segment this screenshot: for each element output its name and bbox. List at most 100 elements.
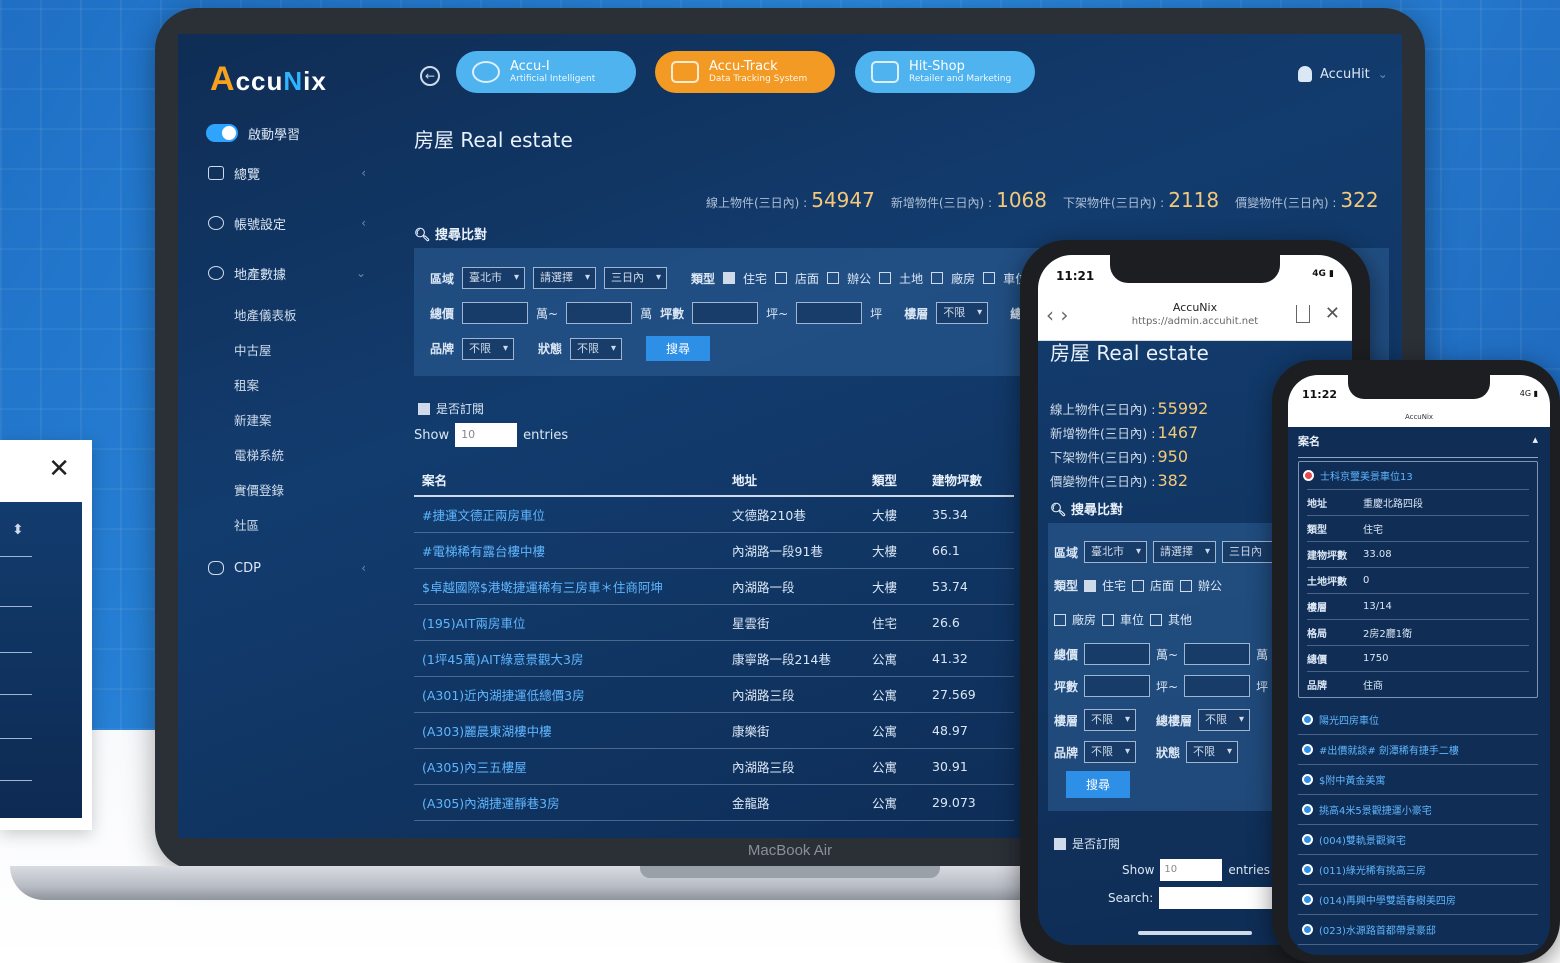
expand-icon[interactable] <box>1302 744 1313 755</box>
price-min-input[interactable] <box>1084 643 1151 665</box>
subscribe-toggle[interactable]: 是否訂閱 <box>418 400 484 417</box>
list-item[interactable]: (023)水源路首都帶景豪邸 <box>1298 915 1538 945</box>
ping-min-input[interactable] <box>692 302 759 324</box>
table-row[interactable]: $卓越國際$港墘捷運稀有三房車＊住商阿坤 內湖路一段 大樓 53.74 <box>414 568 1014 605</box>
page-size-select[interactable]: 10 <box>455 423 518 447</box>
sort-icon[interactable]: ⬍ <box>12 522 24 538</box>
listing-link[interactable]: (A301)近內湖捷運低總價3房 <box>414 676 724 713</box>
sidebar-item-cdp[interactable]: CDP ‹ <box>200 543 380 593</box>
floor-select[interactable]: 不限 <box>1084 709 1137 731</box>
accu-track-pill[interactable]: Accu-Track Data Tracking System <box>655 51 835 93</box>
sidebar-sub-used-house[interactable]: 中古屋 <box>200 333 380 368</box>
search-input[interactable] <box>1159 887 1280 909</box>
status-select[interactable]: 不限 <box>570 337 623 360</box>
accunix-logo[interactable]: AccuNix <box>210 60 327 99</box>
listing-link[interactable]: #捷運文德正兩房車位 <box>414 496 724 533</box>
list-item[interactable]: #出價就談# 劍潭稀有捷手二樓 <box>1298 735 1538 765</box>
area-city-select[interactable]: 臺北市 <box>462 267 526 289</box>
price-max-input[interactable] <box>566 302 633 324</box>
user-menu[interactable]: AccuHit ⌄ <box>1298 66 1388 82</box>
type-checkbox-residential[interactable] <box>723 272 736 284</box>
listing-link[interactable]: (A303)麗晨東湖樓中樓 <box>414 712 724 749</box>
listing-link[interactable]: (A305)內三五樓屋 <box>414 748 724 785</box>
table-row[interactable]: (1坪45萬)AIT綠意景觀大3房 康寧路一段214巷 公寓 41.32 <box>414 640 1014 677</box>
area-days-select[interactable]: 三日內 <box>604 267 668 289</box>
sidebar-item-overview[interactable]: 總覽 ‹ <box>200 148 380 198</box>
type-checkbox[interactable] <box>1102 613 1115 626</box>
sidebar-sub-rental[interactable]: 租案 <box>200 368 380 403</box>
expand-icon[interactable] <box>1302 894 1313 905</box>
collapse-icon[interactable] <box>1303 470 1314 481</box>
expand-icon[interactable] <box>1302 924 1313 935</box>
learning-toggle[interactable]: 啟動學習 <box>200 118 380 148</box>
listing-link[interactable]: 士科京璽美景車位13 <box>1299 462 1537 489</box>
subscribe-checkbox[interactable] <box>418 402 430 415</box>
type-checkbox-office[interactable] <box>827 272 840 284</box>
sidebar-sub-price-register[interactable]: 實價登錄 <box>200 473 380 508</box>
table-row[interactable]: #捷運文德正兩房車位 文德路210巷 大樓 35.34 <box>414 496 1014 533</box>
type-checkbox[interactable] <box>1054 613 1066 626</box>
search-button[interactable]: 搜尋 <box>646 336 711 361</box>
listing-link[interactable]: (1坪45萬)AIT綠意景觀大3房 <box>414 640 724 677</box>
list-item[interactable]: (014)再興中學雙語春樹美四房 <box>1298 885 1538 915</box>
column-header-name[interactable]: 案名 ▴ <box>1298 433 1538 458</box>
sidebar-sub-new-build[interactable]: 新建案 <box>200 403 380 438</box>
type-checkbox-parking[interactable] <box>983 272 996 284</box>
listing-link[interactable]: $卓越國際$港墘捷運稀有三房車＊住商阿坤 <box>414 568 724 605</box>
type-checkbox-shop[interactable] <box>775 272 788 284</box>
type-checkbox-land[interactable] <box>879 272 892 284</box>
price-max-input[interactable] <box>1184 643 1251 665</box>
close-icon[interactable]: ✕ <box>1325 303 1340 324</box>
brand-select[interactable]: 不限 <box>462 337 515 360</box>
column-header-name[interactable]: 案名 <box>414 464 724 497</box>
sidebar-item-realestate[interactable]: 地產數據 ⌄ <box>200 248 380 298</box>
list-item[interactable]: $附中黃金美寓 <box>1298 765 1538 795</box>
type-checkbox[interactable] <box>1150 613 1163 626</box>
status-select[interactable]: 不限 <box>1186 741 1239 763</box>
type-checkbox[interactable] <box>1132 579 1145 592</box>
price-min-input[interactable] <box>462 302 529 324</box>
brand-select[interactable]: 不限 <box>1084 741 1137 763</box>
back-arrow-icon[interactable]: ← <box>420 66 440 86</box>
expand-icon[interactable] <box>1302 774 1313 785</box>
table-row[interactable]: #電梯稀有露台樓中樓 內湖路一段91巷 大樓 66.1 <box>414 532 1014 569</box>
expand-icon[interactable] <box>1302 714 1313 725</box>
subscribe-toggle[interactable]: 是否訂閱 <box>1054 835 1120 852</box>
close-icon[interactable]: ✕ <box>48 454 70 484</box>
expand-icon[interactable] <box>1302 864 1313 875</box>
accu-i-pill[interactable]: Accu-I Artificial Intelligent <box>456 51 636 93</box>
column-header-area[interactable]: 建物坪數 <box>924 464 1014 497</box>
column-header-address[interactable]: 地址 <box>724 464 864 497</box>
area-city-select[interactable]: 臺北市 <box>1084 541 1148 563</box>
column-header-type[interactable]: 類型 <box>864 464 924 497</box>
list-item[interactable]: (011)綠光稀有挑高三房 <box>1298 855 1538 885</box>
list-item[interactable]: 陽光四房車位 <box>1298 705 1538 735</box>
area-district-select[interactable]: 請選擇 <box>533 267 597 289</box>
sidebar-sub-community[interactable]: 社區 <box>200 508 380 543</box>
list-item[interactable]: (004)雙軌景觀資宅 <box>1298 825 1538 855</box>
area-district-select[interactable]: 請選擇 <box>1153 541 1217 563</box>
type-checkbox-factory[interactable] <box>931 272 944 284</box>
floor-select[interactable]: 不限 <box>936 302 989 324</box>
search-button[interactable]: 搜尋 <box>1066 771 1131 798</box>
hit-shop-pill[interactable]: Hit-Shop Retailer and Marketing <box>855 51 1035 93</box>
listing-link[interactable]: (195)AIT兩房車位 <box>414 604 724 641</box>
table-row[interactable]: (A301)近內湖捷運低總價3房 內湖路三段 公寓 27.569 <box>414 676 1014 713</box>
page-size-select[interactable]: 10 <box>1160 859 1223 881</box>
sidebar-sub-dashboard[interactable]: 地產儀表板 <box>200 298 380 333</box>
share-icon[interactable] <box>1296 305 1310 323</box>
ping-max-input[interactable] <box>796 302 863 324</box>
listing-link[interactable]: #電梯稀有露台樓中樓 <box>414 532 724 569</box>
table-row[interactable]: (A305)內湖捷運靜巷3房 金龍路 公寓 29.073 <box>414 784 1014 821</box>
type-checkbox[interactable] <box>1180 579 1193 592</box>
type-checkbox[interactable] <box>1084 579 1097 592</box>
listing-link[interactable]: (A305)內湖捷運靜巷3房 <box>414 784 724 821</box>
toggle-switch[interactable] <box>206 124 238 142</box>
subscribe-checkbox[interactable] <box>1054 837 1066 850</box>
total-floor-select[interactable]: 不限 <box>1198 709 1251 731</box>
table-row[interactable]: (195)AIT兩房車位 星雲街 住宅 26.6 <box>414 604 1014 641</box>
list-item[interactable]: 挑高4米5景觀捷運小豪宅 <box>1298 795 1538 825</box>
expand-icon[interactable] <box>1302 834 1313 845</box>
ping-min-input[interactable] <box>1084 675 1151 697</box>
table-row[interactable]: (A303)麗晨東湖樓中樓 康樂街 公寓 48.97 <box>414 712 1014 749</box>
